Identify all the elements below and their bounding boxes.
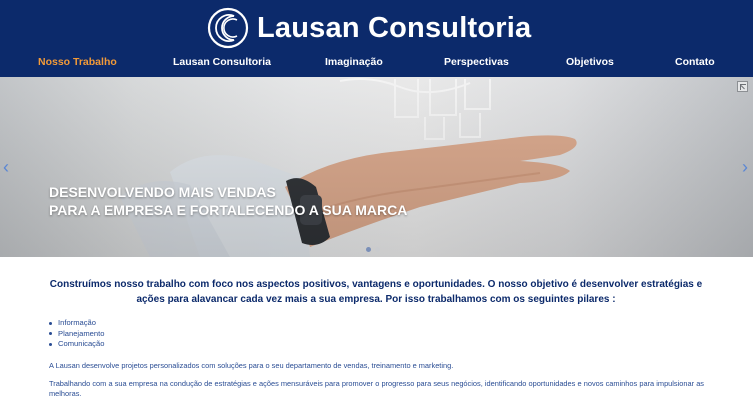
- nav-item-contato[interactable]: Contato: [675, 56, 715, 68]
- nav-item-objetivos[interactable]: Objetivos: [566, 56, 614, 68]
- intro-text: Construímos nosso trabalho com foco nos …: [49, 279, 703, 305]
- site-header: Lausan Consultoria Nosso Trabalho Lausan…: [0, 0, 753, 77]
- hero-slider: DESENVOLVENDO MAIS VENDAS PARA A EMPRESA…: [0, 77, 753, 257]
- slider-dot-2[interactable]: [375, 247, 380, 252]
- nav-item-nosso-trabalho[interactable]: Nosso Trabalho: [38, 56, 117, 68]
- slider-dots: [366, 247, 380, 252]
- fullscreen-icon[interactable]: [737, 81, 748, 92]
- hero-caption: DESENVOLVENDO MAIS VENDAS PARA A EMPRESA…: [49, 183, 407, 219]
- list-item: Informação: [48, 318, 104, 329]
- chevron-right-icon[interactable]: ›: [739, 157, 751, 177]
- hero-caption-line-1: DESENVOLVENDO MAIS VENDAS: [49, 184, 276, 200]
- paragraph-services: A Lausan desenvolve projetos personaliza…: [49, 361, 454, 370]
- brand-name: Lausan Consultoria: [257, 11, 532, 44]
- paragraph-strategy: Trabalhando com a sua empresa na conduçã…: [49, 379, 704, 398]
- list-item: Planejamento: [48, 328, 105, 338]
- crescent-circle-logo-icon: [207, 7, 249, 49]
- pillars-list: Informação Planejamento Comunicação: [48, 318, 105, 350]
- slider-dot-1[interactable]: [366, 247, 371, 252]
- nav-item-lausan-consultoria[interactable]: Lausan Consultoria: [173, 56, 271, 68]
- brand[interactable]: Lausan Consultoria: [207, 7, 531, 49]
- nav-item-perspectivas[interactable]: Perspectivas: [444, 56, 509, 68]
- hero-caption-line-2: PARA A EMPRESA E FORTALECENDO A SUA MARC…: [49, 202, 408, 218]
- list-item: Comunicação: [48, 339, 105, 348]
- hero-overlay: [0, 77, 753, 257]
- main-nav: Nosso Trabalho Lausan Consultoria Imagin…: [0, 56, 753, 72]
- chevron-left-icon[interactable]: ‹: [0, 157, 12, 177]
- nav-item-imaginacao[interactable]: Imaginação: [325, 56, 383, 68]
